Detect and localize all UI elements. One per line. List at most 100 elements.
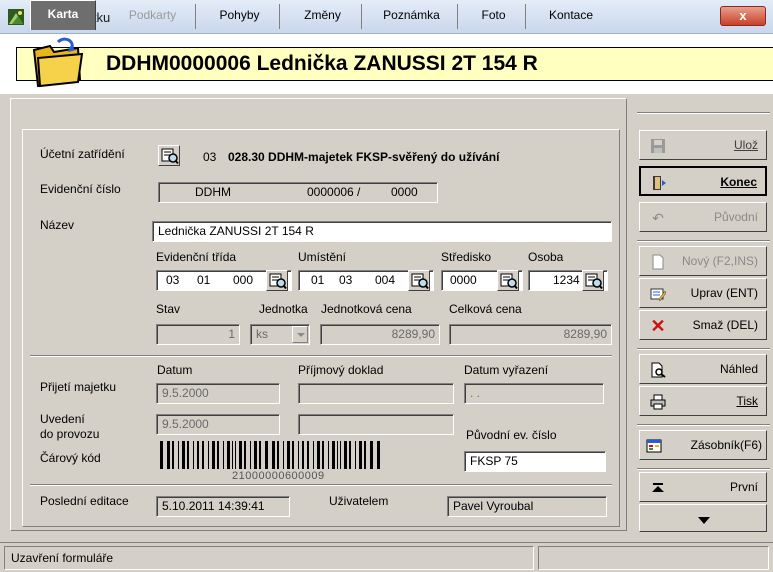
tab-podkarty[interactable]: Podkarty bbox=[110, 4, 196, 29]
evidencni-trida-a: 03 bbox=[166, 273, 180, 287]
nazev-input[interactable]: Lednička ZANUSSI 2T 154 R bbox=[152, 221, 612, 242]
tab-karta[interactable]: Karta bbox=[30, 0, 96, 30]
close-form-label: Konec bbox=[720, 175, 757, 189]
first-arrow-icon bbox=[650, 480, 666, 496]
barcode-bar bbox=[313, 441, 314, 469]
delete-button[interactable]: ✕ Smaž (DEL) bbox=[639, 310, 767, 340]
tab-foto[interactable]: Foto bbox=[462, 4, 526, 29]
separator bbox=[637, 424, 770, 426]
barcode-bar bbox=[355, 441, 356, 469]
scroll-down-button[interactable] bbox=[639, 504, 767, 532]
stav-value: 1 bbox=[228, 327, 235, 341]
printer-icon bbox=[650, 394, 666, 410]
jednotkova-cena-value: 8289,90 bbox=[391, 327, 435, 341]
evidencni-trida-lookup[interactable] bbox=[266, 270, 288, 291]
barcode-bar bbox=[337, 441, 338, 469]
floppy-icon bbox=[650, 138, 666, 154]
undo-icon: ↶ bbox=[652, 210, 664, 226]
lookup-icon bbox=[585, 273, 603, 290]
posledni-editace-field: 5.10.2011 14:39:41 bbox=[156, 496, 290, 517]
barcode-bar bbox=[317, 441, 320, 469]
barcode-bar bbox=[370, 441, 373, 469]
first-record-button[interactable]: První bbox=[639, 472, 767, 502]
barcode-bar bbox=[364, 441, 366, 469]
separator bbox=[637, 468, 770, 470]
status-secondary bbox=[538, 546, 769, 570]
clipboard-button[interactable]: Zásobník(F6) bbox=[639, 430, 767, 460]
stredisko-value: 0000 bbox=[450, 273, 477, 287]
clipboard-stack-icon bbox=[646, 438, 662, 454]
barcode-bar bbox=[254, 441, 257, 469]
barcode-bar bbox=[265, 441, 268, 469]
barcode-bar bbox=[232, 441, 233, 469]
datum-vyrazeni-header: Datum vyřazení bbox=[464, 363, 549, 377]
posledni-editace-label: Poslední editace bbox=[40, 494, 129, 508]
prijeti-doklad-field bbox=[298, 383, 454, 404]
stav-field: 1 bbox=[156, 324, 240, 345]
evidencni-trida-b: 01 bbox=[197, 273, 211, 287]
barcode-bar bbox=[235, 441, 236, 469]
datum-header: Datum bbox=[157, 363, 193, 377]
barcode-bar bbox=[272, 441, 275, 469]
app-icon bbox=[8, 9, 24, 25]
close-form-button[interactable]: Konec bbox=[639, 166, 767, 196]
tab-zmeny[interactable]: Změny bbox=[284, 4, 362, 29]
osoba-lookup[interactable] bbox=[582, 270, 604, 291]
carovy-kod-label: Čárový kód bbox=[40, 451, 101, 465]
tab-kontace[interactable]: Kontace bbox=[530, 4, 612, 29]
barcode-bar bbox=[193, 441, 194, 469]
barcode-bar bbox=[202, 441, 204, 469]
nazev-label: Název bbox=[40, 218, 75, 232]
evidencni-cislo-prefix: DDHM bbox=[195, 185, 231, 199]
lookup-icon bbox=[500, 273, 518, 290]
close-button[interactable]: x bbox=[720, 6, 766, 26]
record-header: DDHM0000006 Lednička ZANUSSI 2T 154 R bbox=[0, 34, 773, 94]
stredisko-lookup[interactable] bbox=[497, 270, 519, 291]
umisteni-label: Umístění bbox=[298, 250, 347, 264]
new-button[interactable]: Nový (F2,INS) bbox=[639, 246, 767, 276]
puvodni-ev-cislo-label: Původní ev. číslo bbox=[466, 428, 557, 442]
exit-door-icon bbox=[651, 175, 667, 191]
barcode-bar bbox=[302, 441, 304, 469]
separator bbox=[30, 355, 612, 357]
preview-button[interactable]: Náhled bbox=[639, 354, 767, 384]
jednotka-select[interactable]: ks bbox=[250, 324, 310, 345]
edit-button[interactable]: Uprav (ENT) bbox=[639, 278, 767, 308]
barcode-bar bbox=[349, 441, 351, 469]
save-button[interactable]: Ulož bbox=[639, 130, 767, 160]
print-label: Tisk bbox=[736, 394, 758, 408]
tab-pohyby[interactable]: Pohyby bbox=[200, 4, 280, 29]
jednotka-value: ks bbox=[256, 327, 268, 341]
tab-poznamka[interactable]: Poznámka bbox=[366, 4, 458, 29]
new-label: Nový (F2,INS) bbox=[681, 254, 758, 268]
barcode-bar bbox=[208, 441, 209, 469]
celkova-cena-field: 8289,90 bbox=[449, 324, 612, 345]
barcode-bar bbox=[322, 441, 324, 469]
barcode-bar bbox=[223, 441, 224, 469]
celkova-cena-value: 8289,90 bbox=[563, 327, 607, 341]
evidencni-cislo-suffix: 0000 bbox=[391, 185, 418, 199]
barcode-bar bbox=[178, 441, 179, 469]
barcode-bar bbox=[328, 441, 329, 469]
chevron-down-icon[interactable] bbox=[292, 326, 308, 343]
puvodni-ev-cislo-input[interactable]: FKSP 75 bbox=[464, 451, 606, 472]
lookup-icon bbox=[411, 273, 429, 290]
osoba-value: 1234 bbox=[553, 273, 580, 287]
jednotka-label: Jednotka bbox=[259, 302, 308, 316]
uvedeni-label-line1: Uvedení bbox=[40, 412, 85, 426]
umisteni-lookup[interactable] bbox=[408, 270, 430, 291]
ucetni-zatrideni-lookup[interactable] bbox=[158, 145, 180, 166]
datum-vyrazeni-field: . . bbox=[464, 383, 604, 404]
osoba-label: Osoba bbox=[528, 250, 564, 264]
evidencni-trida-c: 000 bbox=[233, 273, 254, 287]
barcode-bar bbox=[182, 441, 185, 469]
prijmovy-doklad-header: Příjmový doklad bbox=[298, 363, 384, 377]
evidencni-cislo-field: DDHM 0000006 / 0000 bbox=[158, 182, 438, 203]
revert-button[interactable]: ↶ Původní bbox=[639, 202, 767, 232]
print-button[interactable]: Tisk bbox=[639, 386, 767, 416]
preview-label: Náhled bbox=[719, 362, 758, 376]
barcode-bar bbox=[377, 441, 380, 469]
separator bbox=[637, 348, 770, 350]
record-title: DDHM0000006 Lednička ZANUSSI 2T 154 R bbox=[106, 52, 538, 75]
stav-label: Stav bbox=[156, 302, 181, 316]
